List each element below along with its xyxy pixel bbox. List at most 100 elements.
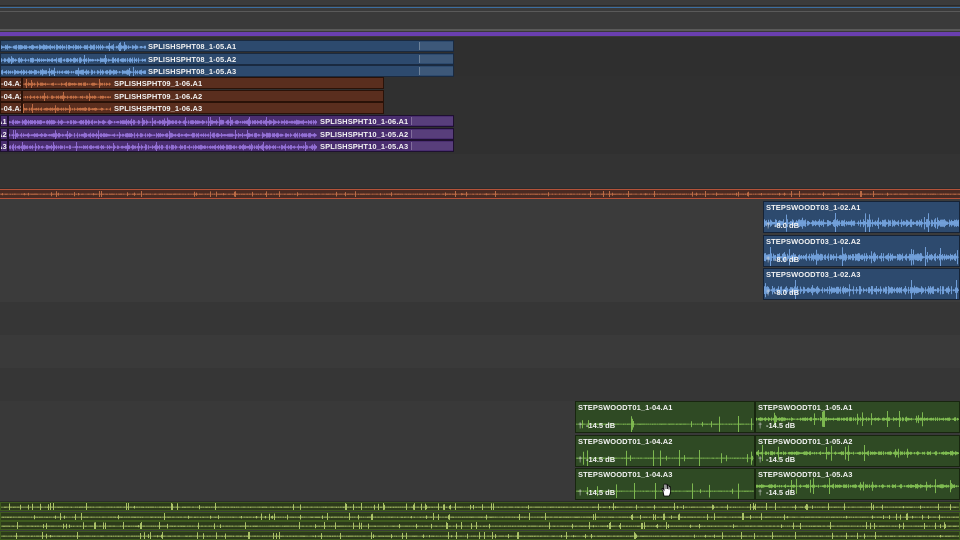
clip-splish09-left-a2[interactable]: -04.A2 <box>0 89 22 102</box>
timeline-area[interactable]: SPLISHSPHT08_1-05.A1 SPLISHSPHT08_1-05.A2… <box>0 0 960 540</box>
pin-icon: † <box>758 421 763 430</box>
bottom-track-clip-1[interactable] <box>0 502 960 511</box>
clip-name: SPLISHSPHT09_1-06.A2 <box>114 91 203 101</box>
waveform <box>1 54 146 64</box>
clip-gain-value[interactable]: † -8.0 dB <box>766 288 799 298</box>
clip-splish10-left-a1[interactable]: A1 <box>0 115 8 127</box>
clip-gain-value[interactable]: † -8.0 dB <box>766 255 799 265</box>
gain-text: -8.0 dB <box>774 254 800 264</box>
waveform <box>1 503 959 510</box>
fade-handle[interactable] <box>411 129 453 138</box>
clip-splish10-a3[interactable]: SPLISHSPHT10_1-05.A3 <box>8 140 454 152</box>
clip-gain-value[interactable]: † -8.0 dB <box>766 221 799 231</box>
clip-name: STEPSWOODT01_1-04.A1 <box>578 403 673 412</box>
waveform <box>9 117 317 126</box>
waveform <box>9 142 317 151</box>
clip-name: A3 <box>1 142 7 151</box>
clip-stepswood01-05-a2[interactable]: STEPSWOODT01_1-05.A2 † -14.5 dB <box>755 434 960 467</box>
fade-handle[interactable] <box>419 42 453 50</box>
clip-splish10-left-a2[interactable]: A2 <box>0 127 8 140</box>
clip-splish09-a1[interactable]: SPLISHSPHT09_1-06.A1 <box>22 77 384 89</box>
clip-name: STEPSWOODT03_1-02.A3 <box>766 270 861 279</box>
pin-icon: † <box>766 221 771 230</box>
clip-gain-value[interactable]: † -14.5 dB <box>578 488 615 498</box>
clip-name: A1 <box>1 117 7 126</box>
pin-icon: † <box>758 454 763 464</box>
clip-splish10-left-a3[interactable]: A3 <box>0 140 8 152</box>
clip-name: STEPSWOODT03_1-02.A2 <box>766 236 861 246</box>
track-bar <box>0 7 960 8</box>
clip-stepswood03-a2[interactable]: STEPSWOODT03_1-02.A2 † -8.0 dB <box>763 234 960 267</box>
clip-gain-value[interactable]: † -14.5 dB <box>758 421 795 431</box>
clip-gain-value[interactable]: † -14.5 dB <box>758 455 795 465</box>
track-lane <box>0 154 960 188</box>
gain-text: -14.5 dB <box>766 421 796 430</box>
clip-stepswood01-05-a1[interactable]: STEPSWOODT01_1-05.A1 † -14.5 dB <box>755 401 960 433</box>
pin-icon: † <box>766 288 771 297</box>
gain-text: -14.5 dB <box>766 488 796 497</box>
clip-splish09-a3[interactable]: SPLISHSPHT09_1-06.A3 <box>22 102 384 114</box>
clip-gain-value[interactable]: † -14.5 dB <box>578 455 615 465</box>
fade-handle[interactable] <box>411 117 453 125</box>
clip-name: SPLISHSPHT08_1-05.A2 <box>148 54 237 64</box>
pin-icon: † <box>578 454 583 464</box>
bottom-track-clip-2[interactable] <box>0 511 960 521</box>
pin-icon: † <box>758 488 763 497</box>
fade-handle[interactable] <box>419 54 453 63</box>
clip-name: A2 <box>1 129 7 139</box>
clip-name: STEPSWOODT03_1-02.A1 <box>766 203 861 212</box>
bottom-track-clip-3[interactable] <box>0 521 960 530</box>
clip-stepswood03-a3[interactable]: STEPSWOODT03_1-02.A3 † -8.0 dB <box>763 268 960 300</box>
fade-handle[interactable] <box>411 142 453 150</box>
track-lane <box>0 302 960 335</box>
clip-splish08-a2[interactable]: SPLISHSPHT08_1-05.A2 <box>0 52 454 65</box>
orange-track-waveform <box>0 191 960 197</box>
clip-splish10-a2[interactable]: SPLISHSPHT10_1-05.A2 <box>8 127 454 140</box>
waveform <box>1 522 959 529</box>
clip-stepswood01-05-a3[interactable]: STEPSWOODT01_1-05.A3 † -14.5 dB <box>755 468 960 500</box>
track-lane <box>0 368 960 401</box>
clip-splish09-left-a1[interactable]: -04.A1 <box>0 77 22 89</box>
clip-name: SPLISHSPHT10_1-06.A1 <box>320 117 409 126</box>
waveform <box>23 79 111 88</box>
clip-name: -04.A3 <box>1 104 22 113</box>
pin-icon: † <box>578 421 583 430</box>
gain-text: -8.0 dB <box>774 288 800 297</box>
orange-track-bar <box>0 189 960 199</box>
waveform <box>1 531 959 539</box>
fade-handle[interactable] <box>419 67 453 75</box>
purple-track-bar <box>0 32 960 36</box>
clip-splish10-a1[interactable]: SPLISHSPHT10_1-06.A1 <box>8 115 454 127</box>
clip-name: SPLISHSPHT09_1-06.A1 <box>114 79 203 88</box>
clip-stepswood01-04-a1[interactable]: STEPSWOODT01_1-04.A1 † -14.5 dB <box>575 401 755 433</box>
clip-splish09-a2[interactable]: SPLISHSPHT09_1-06.A2 <box>22 89 384 102</box>
waveform <box>1 42 146 51</box>
clip-name: SPLISHSPHT10_1-05.A3 <box>320 142 409 151</box>
gain-text: -14.5 dB <box>766 454 796 464</box>
waveform <box>23 104 111 113</box>
waveform <box>23 91 111 101</box>
track-divider <box>0 5 960 6</box>
gain-text: -14.5 dB <box>586 488 616 497</box>
clip-stepswood03-a1[interactable]: STEPSWOODT03_1-02.A1 † -8.0 dB <box>763 201 960 233</box>
clip-splish08-a3[interactable]: SPLISHSPHT08_1-05.A3 <box>0 65 454 77</box>
clip-name: SPLISHSPHT10_1-05.A2 <box>320 129 409 139</box>
pin-icon: † <box>578 488 583 497</box>
gain-text: -14.5 dB <box>586 454 616 464</box>
clip-name: -04.A2 <box>1 91 22 101</box>
clip-name: STEPSWOODT01_1-04.A2 <box>578 436 673 446</box>
track-lane <box>0 335 960 368</box>
waveform <box>1 67 146 76</box>
bottom-track-clip-4[interactable] <box>0 530 960 540</box>
clip-splish09-left-a3[interactable]: -04.A3 <box>0 102 22 114</box>
clip-name: SPLISHSPHT08_1-05.A3 <box>148 67 237 76</box>
clip-splish08-a1[interactable]: SPLISHSPHT08_1-05.A1 <box>0 40 454 52</box>
gain-text: -14.5 dB <box>586 421 616 430</box>
clip-gain-value[interactable]: † -14.5 dB <box>758 488 795 498</box>
waveform <box>9 129 317 139</box>
clip-stepswood01-04-a2[interactable]: STEPSWOODT01_1-04.A2 † -14.5 dB <box>575 434 755 467</box>
pin-icon: † <box>766 254 771 264</box>
hand-cursor-icon <box>661 483 671 497</box>
waveform <box>1 512 959 520</box>
clip-gain-value[interactable]: † -14.5 dB <box>578 421 615 431</box>
